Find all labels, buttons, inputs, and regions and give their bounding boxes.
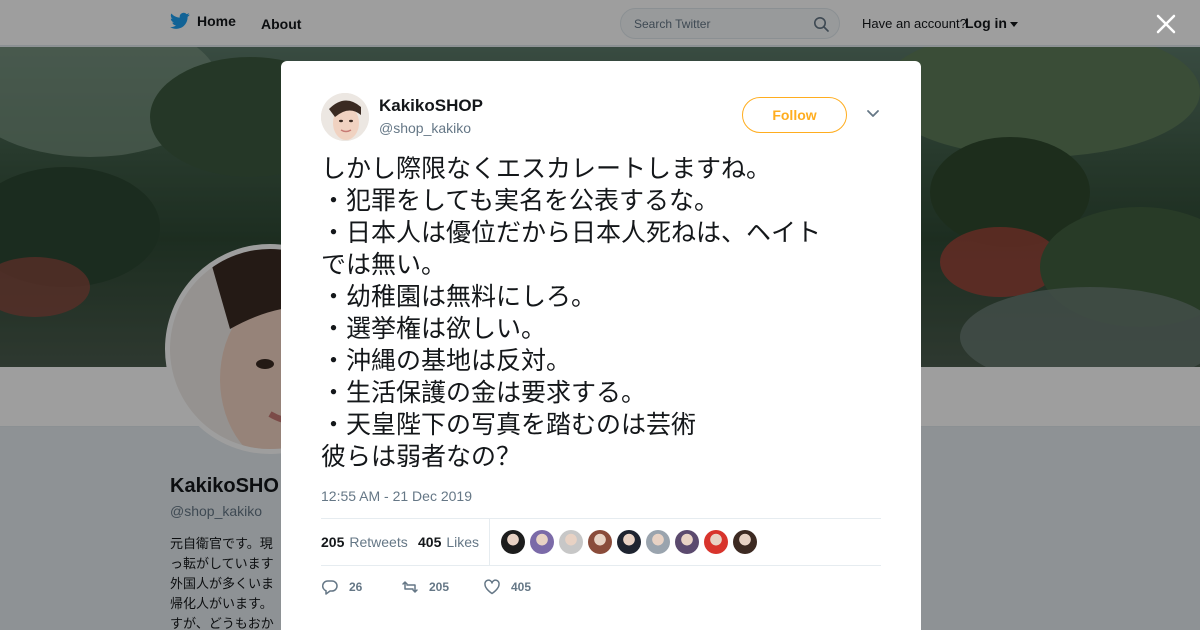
tweet-text-line: ・選挙権は欲しい。 [321, 314, 547, 343]
retweet-icon [402, 581, 418, 593]
tweet-text-line: ・生活保護の金は要求する。 [321, 378, 647, 407]
liker-avatar[interactable] [588, 530, 612, 554]
author-avatar[interactable] [321, 93, 369, 141]
like-count: 405 [511, 580, 532, 594]
tweet-text-line: しかし際限なくエスカレートしますね。 [321, 154, 772, 183]
liker-avatar[interactable] [733, 530, 757, 554]
tweet-stats: 205 Retweets 405 Likes [321, 518, 881, 566]
reply-icon [321, 580, 338, 595]
tweet-text-line: ・犯罪をしても実名を公表するな。 [321, 186, 720, 215]
tweet-text-line: 彼らは弱者なの？ [321, 442, 522, 471]
retweets-label: Retweets [349, 534, 408, 550]
author-avatar-image [321, 93, 369, 141]
liker-avatar[interactable] [675, 530, 699, 554]
close-icon[interactable] [1155, 13, 1177, 35]
tweet-text-line: では無い。 [321, 250, 447, 279]
liker-avatar[interactable] [559, 530, 583, 554]
liker-avatars [501, 530, 757, 554]
tweet-text: しかし際限なくエスカレートしますね。 ・犯罪をしても実名を公表するな。 ・日本人… [321, 153, 886, 473]
likes-count: 405 [418, 534, 442, 550]
liker-avatar[interactable] [646, 530, 670, 554]
reply-button[interactable]: 26 [321, 578, 362, 596]
liker-avatar[interactable] [530, 530, 554, 554]
liker-avatar[interactable] [617, 530, 641, 554]
tweet-text-line: ・沖縄の基地は反対。 [321, 346, 572, 375]
heart-icon [484, 579, 500, 595]
retweet-button[interactable]: 205 [401, 578, 449, 596]
likes-label: Likes [446, 534, 480, 550]
likes-stat[interactable]: 405 Likes [418, 534, 479, 550]
retweet-count: 205 [429, 580, 450, 594]
retweets-count: 205 [321, 534, 345, 550]
tweet-timestamp[interactable]: 12:55 AM - 21 Dec 2019 [321, 488, 472, 504]
chevron-down-icon[interactable] [866, 109, 880, 119]
tweet-text-line: ・幼稚園は無料にしろ。 [321, 282, 597, 311]
follow-button[interactable]: Follow [742, 97, 847, 133]
like-button[interactable]: 405 [483, 578, 531, 596]
author-handle[interactable]: @shop_kakiko [379, 120, 471, 136]
tweet-text-line: ・日本人は優位だから日本人死ねは、ヘイト [321, 218, 822, 247]
liker-avatar[interactable] [501, 530, 525, 554]
liker-avatar[interactable] [704, 530, 728, 554]
stats-divider [489, 519, 490, 566]
tweet-text-line: ・天皇陛下の写真を踏むのは芸術 [321, 410, 697, 439]
tweet-modal: KakikoSHOP @shop_kakiko Follow しかし際限なくエス… [281, 61, 921, 630]
retweets-stat[interactable]: 205 Retweets [321, 534, 408, 550]
author-name[interactable]: KakikoSHOP [379, 96, 483, 116]
reply-count: 26 [349, 580, 363, 594]
